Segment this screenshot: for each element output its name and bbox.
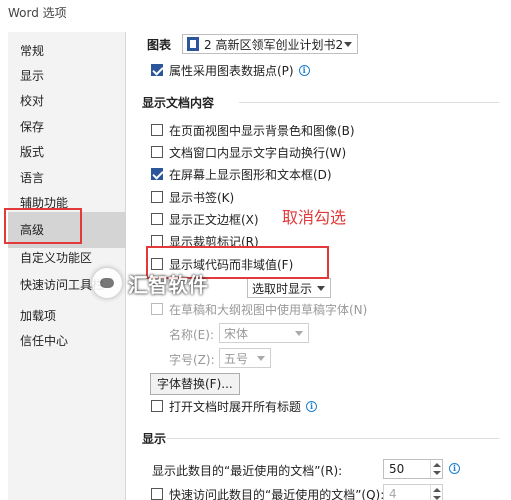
annotation-uncheck-text: 取消勾选 <box>282 208 347 227</box>
sidebar-item-addins[interactable]: 加载项 <box>8 303 126 329</box>
field-shading-select[interactable]: 选取时显示 <box>247 278 331 298</box>
word-document-icon <box>187 37 199 51</box>
quick-access-recent-label: 快速访问此数目的“最近使用的文档”(Q): <box>169 487 385 500</box>
section-divider <box>167 438 499 439</box>
show-drawings-label: 在屏幕上显示图形和文本框(D) <box>169 167 332 182</box>
info-icon: i <box>306 400 318 412</box>
font-name-value: 宋体 <box>224 326 249 341</box>
expand-headings-checkbox[interactable] <box>151 400 163 412</box>
chart-document-select[interactable]: 2 高新区领军创业计划书2 <box>182 34 358 54</box>
sidebar-item-language[interactable]: 语言 <box>8 165 126 191</box>
wrap-text-label: 文档窗口内显示文字自动换行(W) <box>169 145 347 160</box>
font-name-select[interactable]: 宋体 <box>219 323 309 343</box>
option-text-boundaries[interactable]: 显示正文边框(X) <box>151 209 259 229</box>
quick-access-recent-spinner[interactable]: 4 <box>383 484 443 500</box>
chevron-down-icon <box>295 331 303 336</box>
draft-font-label: 在草稿和大纲视图中使用草稿字体(N) <box>169 302 368 317</box>
quick-access-recent-checkbox[interactable] <box>151 488 163 500</box>
info-icon: i <box>298 64 310 76</box>
font-size-value: 五号 <box>224 351 249 366</box>
font-substitution-button[interactable]: 字体替换(F)... <box>150 373 240 395</box>
info-icon: i <box>449 463 460 474</box>
recent-docs-spinner[interactable]: 50 <box>383 459 443 479</box>
recent-docs-value: 50 <box>389 462 405 476</box>
window-title: Word 选项 <box>8 6 67 20</box>
sidebar-item-general[interactable]: 常规 <box>8 38 126 64</box>
options-sidebar: 常规 显示 校对 保存 版式 语言 辅助功能 高级 自定义功能区 快速访问工具栏… <box>8 32 126 500</box>
text-boundaries-label: 显示正文边框(X) <box>169 212 259 227</box>
background-color-label: 在页面视图中显示背景色和图像(B) <box>169 123 355 138</box>
section-divider <box>239 102 499 103</box>
sidebar-item-trust-center[interactable]: 信任中心 <box>8 328 126 354</box>
sidebar-item-typography[interactable]: 版式 <box>8 139 126 165</box>
expand-headings-label: 打开文档时展开所有标题 <box>169 399 302 414</box>
option-show-drawings[interactable]: 在屏幕上显示图形和文本框(D) <box>151 164 332 184</box>
use-chart-data-points-label: 属性采用图表数据点(P) <box>169 63 294 78</box>
spinner-arrows-icon[interactable] <box>430 485 442 500</box>
chart-label: 图表 <box>147 38 172 52</box>
chevron-down-icon <box>344 42 352 47</box>
title-bar: Word 选项 <box>0 0 511 32</box>
advanced-highlight-box <box>4 208 82 244</box>
option-show-bookmarks[interactable]: 显示书签(K) <box>151 187 234 207</box>
background-color-checkbox[interactable] <box>151 124 163 136</box>
field-shading-value: 选取时显示 <box>252 281 313 296</box>
spinner-arrows-icon[interactable] <box>430 460 442 478</box>
display-section-title: 显示 <box>142 432 167 446</box>
text-boundaries-checkbox[interactable] <box>151 213 163 225</box>
font-size-label: 字号(Z): <box>169 353 215 367</box>
sidebar-item-proofing[interactable]: 校对 <box>8 88 126 114</box>
quick-access-recent-value: 4 <box>389 487 397 500</box>
chevron-down-icon <box>257 356 265 361</box>
chevron-down-icon <box>317 286 325 291</box>
use-chart-data-points-option[interactable]: 属性采用图表数据点(P) i <box>151 60 310 80</box>
doc-content-title: 显示文档内容 <box>142 96 215 110</box>
watermark: 汇智软件 <box>92 268 208 298</box>
option-background-color[interactable]: 在页面视图中显示背景色和图像(B) <box>151 120 355 140</box>
option-draft-font[interactable]: 在草稿和大纲视图中使用草稿字体(N) <box>151 299 367 319</box>
chart-document-value: 2 高新区领军创业计划书2 <box>204 37 344 52</box>
option-expand-headings[interactable]: 打开文档时展开所有标题 i <box>151 396 318 416</box>
wrap-text-checkbox[interactable] <box>151 146 163 158</box>
show-bookmarks-checkbox[interactable] <box>151 191 163 203</box>
use-chart-data-points-checkbox[interactable] <box>151 64 163 76</box>
draft-font-checkbox[interactable] <box>151 303 163 315</box>
gamepad-logo-icon <box>92 268 122 298</box>
font-size-select[interactable]: 五号 <box>219 348 271 368</box>
option-quick-access-recent[interactable]: 快速访问此数目的“最近使用的文档”(Q): <box>151 484 384 500</box>
show-drawings-checkbox[interactable] <box>151 168 163 180</box>
show-bookmarks-label: 显示书签(K) <box>169 190 235 205</box>
option-wrap-text[interactable]: 文档窗口内显示文字自动换行(W) <box>151 142 346 162</box>
recent-docs-label: 显示此数目的“最近使用的文档”(R): <box>152 464 343 478</box>
sidebar-item-display[interactable]: 显示 <box>8 63 126 89</box>
sidebar-item-save[interactable]: 保存 <box>8 114 126 140</box>
watermark-text: 汇智软件 <box>128 272 208 297</box>
font-name-label: 名称(E): <box>169 328 214 342</box>
